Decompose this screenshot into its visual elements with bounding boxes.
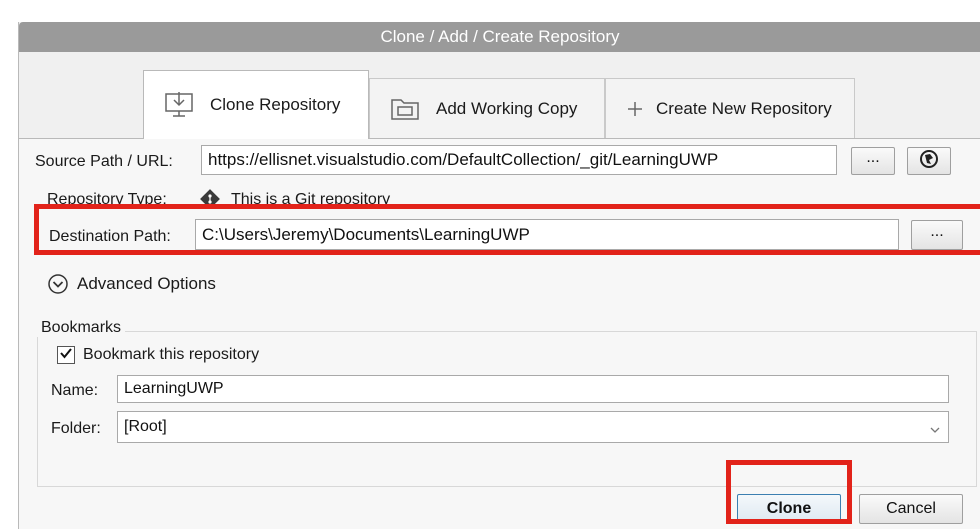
tab-strip: Clone Repository Add Working Copy Create… bbox=[19, 52, 980, 139]
bookmarks-title: Bookmarks bbox=[37, 319, 126, 337]
repository-type-value: This is a Git repository bbox=[231, 191, 391, 208]
tab-label: Create New Repository bbox=[656, 98, 832, 118]
tab-label: Add Working Copy bbox=[436, 98, 578, 118]
dialog-title: Clone / Add / Create Repository bbox=[19, 22, 980, 52]
tab-label: Clone Repository bbox=[210, 95, 341, 114]
repository-type-label: Repository Type: bbox=[47, 191, 167, 208]
chevron-down-circle-icon bbox=[47, 273, 69, 295]
bookmark-name-input[interactable]: LearningUWP bbox=[117, 375, 949, 403]
checkmark-icon bbox=[59, 346, 73, 365]
advanced-options-label: Advanced Options bbox=[77, 274, 216, 293]
clone-button[interactable]: Clone bbox=[737, 494, 841, 524]
download-computer-icon bbox=[162, 90, 196, 120]
globe-icon bbox=[919, 149, 939, 174]
tab-add-working-copy[interactable]: Add Working Copy bbox=[369, 78, 605, 138]
remote-browse-button[interactable] bbox=[907, 147, 951, 175]
bookmark-name-label: Name: bbox=[51, 382, 99, 399]
destination-path-label: Destination Path: bbox=[49, 228, 171, 245]
destination-path-input[interactable]: C:\Users\Jeremy\Documents\LearningUWP bbox=[195, 219, 899, 250]
cancel-button[interactable]: Cancel bbox=[859, 494, 963, 524]
source-browse-button[interactable]: ... bbox=[851, 147, 895, 175]
source-path-label: Source Path / URL: bbox=[35, 153, 173, 170]
bookmark-folder-value: [Root] bbox=[124, 418, 167, 435]
bookmark-checkbox[interactable] bbox=[57, 346, 75, 364]
advanced-options-toggle[interactable]: Advanced Options bbox=[47, 269, 216, 299]
bookmark-checkbox-label: Bookmark this repository bbox=[83, 346, 260, 363]
tab-clone-repository[interactable]: Clone Repository bbox=[143, 70, 369, 139]
tab-create-new-repository[interactable]: Create New Repository bbox=[605, 78, 855, 138]
bookmark-folder-select[interactable]: [Root] bbox=[117, 411, 949, 443]
clone-dialog: Clone / Add / Create Repository Clone Re… bbox=[18, 22, 980, 529]
destination-browse-button[interactable]: ... bbox=[911, 220, 963, 250]
chevron-down-icon bbox=[930, 422, 940, 433]
bookmark-folder-label: Folder: bbox=[51, 420, 101, 437]
plus-icon bbox=[624, 94, 646, 124]
clone-panel: Source Path / URL: https://ellisnet.visu… bbox=[19, 138, 980, 529]
git-icon bbox=[199, 188, 221, 215]
source-url-input[interactable]: https://ellisnet.visualstudio.com/Defaul… bbox=[201, 145, 837, 175]
folder-icon bbox=[388, 94, 422, 124]
